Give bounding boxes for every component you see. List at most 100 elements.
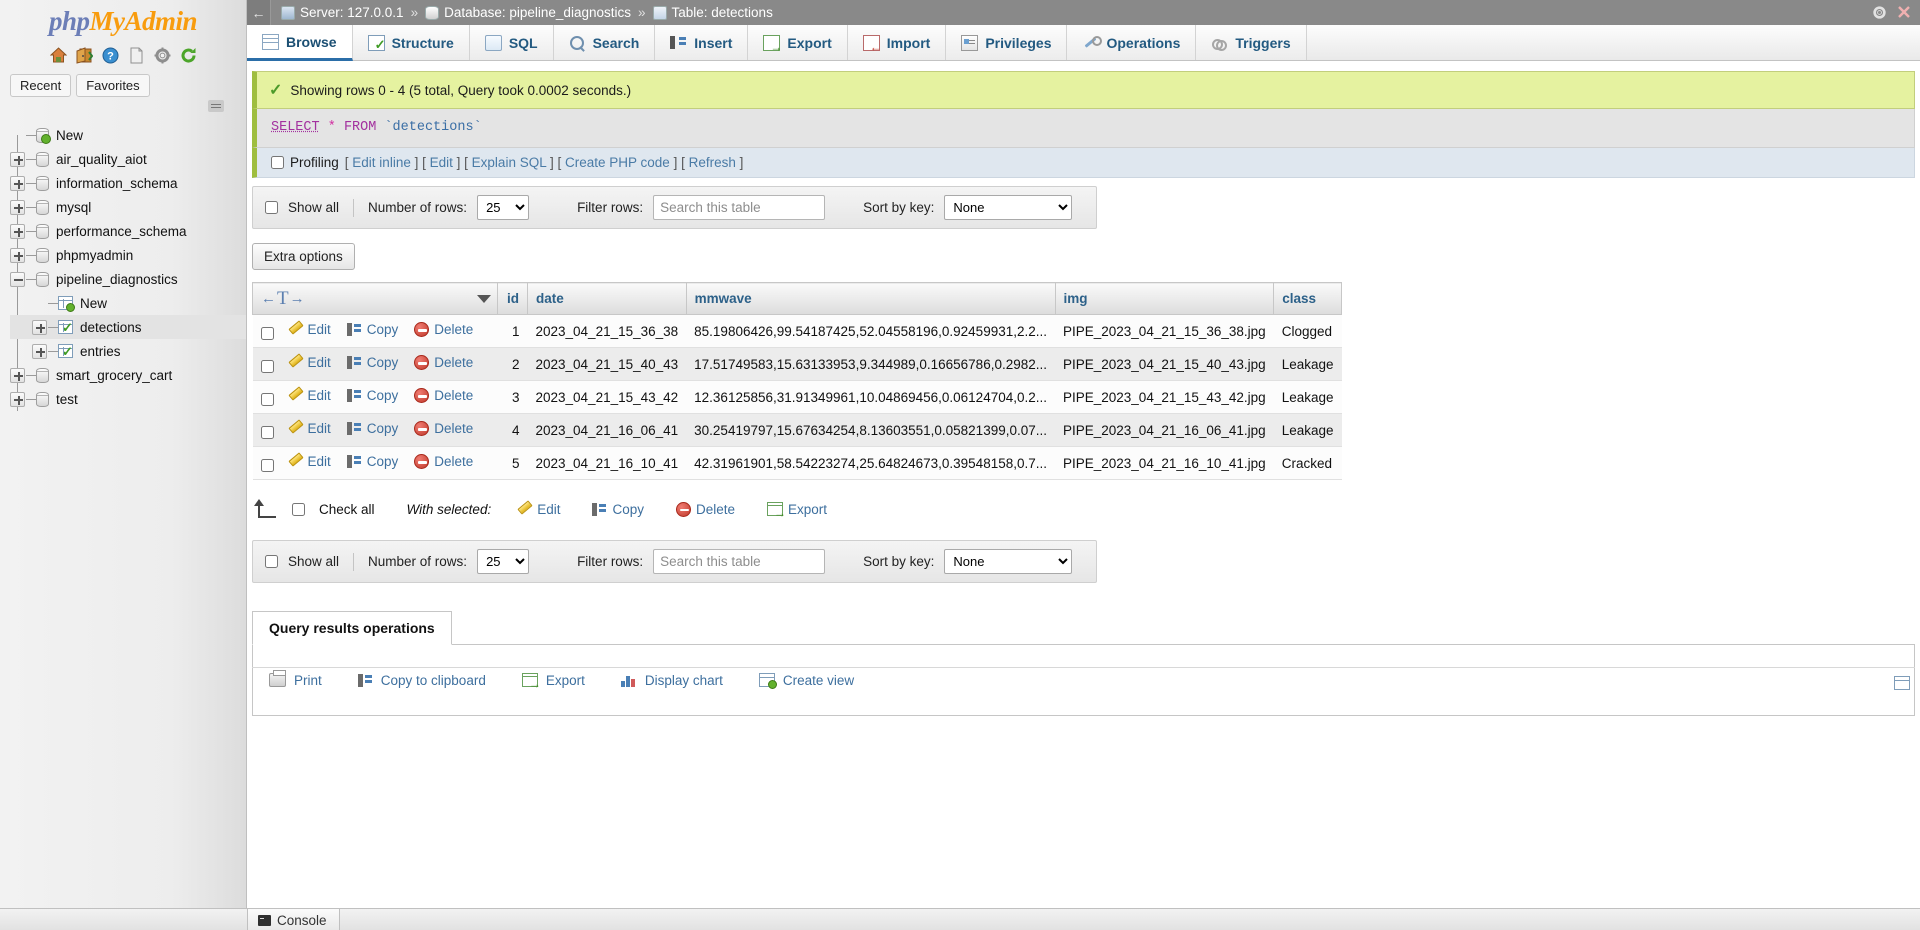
column-header-id[interactable]: id [498, 283, 528, 315]
gear-icon[interactable] [154, 47, 171, 64]
breadcrumb-table[interactable]: Table: detections [672, 5, 773, 20]
export-action[interactable]: Export [522, 673, 585, 688]
tab-import[interactable]: Import [848, 25, 947, 60]
row-action-delete[interactable]: Delete [414, 421, 473, 436]
row-action-link-edit[interactable]: Edit [308, 454, 331, 469]
row-select-checkbox[interactable] [261, 327, 274, 340]
collapse-sidebar-button[interactable]: ← [247, 0, 271, 25]
sort-by-key-select-top[interactable]: NonePRIMARY (ASC)PRIMARY (DESC) [944, 195, 1072, 220]
phpmyadmin-logo[interactable]: phpMyAdmin [0, 0, 246, 40]
row-action-edit[interactable]: Edit [288, 454, 331, 469]
column-header-class[interactable]: class [1274, 283, 1342, 315]
cell-img[interactable]: PIPE_2023_04_21_16_10_41.jpg [1055, 447, 1274, 480]
cell-mmwave[interactable]: 85.19806426,99.54187425,52.04558196,0.92… [686, 315, 1055, 348]
breadcrumb-server[interactable]: Server: 127.0.0.1 [300, 5, 404, 20]
row-select-checkbox[interactable] [261, 426, 274, 439]
row-action-link-edit[interactable]: Edit [308, 322, 331, 337]
home-icon[interactable] [50, 47, 67, 64]
tree-expand-icon[interactable] [32, 320, 47, 335]
table-row[interactable]: Edit Copy Delete 52023_04_21_16_10_4142.319… [253, 447, 1342, 480]
sql-query-display[interactable]: SELECT * FROM `detections` [252, 109, 1915, 148]
row-action-link-delete[interactable]: Delete [434, 322, 473, 337]
row-action-copy[interactable]: Copy [347, 454, 399, 469]
column-header-img[interactable]: img [1055, 283, 1274, 315]
tab-sql[interactable]: SQL [470, 25, 554, 60]
docs-icon[interactable] [128, 47, 145, 64]
settings-gear-icon[interactable] [1872, 5, 1887, 20]
table-row[interactable]: EditCopyDelete22023_04_21_15_40_4317.517… [253, 348, 1342, 381]
tree-item-test[interactable]: test [10, 387, 246, 411]
filter-rows-input-top[interactable] [653, 195, 825, 220]
column-header-mmwave[interactable]: mmwave [686, 283, 1055, 315]
cell-class[interactable]: Leakage [1274, 414, 1342, 447]
display-chart-action[interactable]: Display chart [621, 673, 723, 688]
favorites-tab[interactable]: Favorites [76, 74, 149, 97]
cell-id[interactable]: 5 [498, 447, 528, 480]
row-action-link-delete[interactable]: Delete [434, 421, 473, 436]
row-action-link-edit[interactable]: Edit [308, 388, 331, 403]
copy-to-clipboard-action[interactable]: Copy to clipboard [358, 673, 486, 688]
cell-class[interactable]: Clogged [1274, 315, 1342, 348]
row-action-delete[interactable]: Delete [414, 355, 473, 370]
row-action-link-delete[interactable]: Delete [434, 454, 473, 469]
tab-browse[interactable]: Browse [247, 25, 353, 61]
column-header-date[interactable]: date [528, 283, 687, 315]
row-action-link-edit[interactable]: Edit [308, 355, 331, 370]
row-select-checkbox[interactable] [261, 360, 274, 373]
sidebar-resize-handle[interactable] [208, 100, 224, 112]
extra-options-button[interactable]: Extra options [252, 243, 355, 270]
tab-privileges[interactable]: Privileges [946, 25, 1067, 60]
cell-id[interactable]: 4 [498, 414, 528, 447]
column-order-marker-icon[interactable]: ←T→ [261, 290, 305, 307]
cell-date[interactable]: 2023_04_21_16_06_41 [528, 414, 687, 447]
tree-item-smart-grocery-cart[interactable]: smart_grocery_cart [10, 363, 246, 387]
tree-expand-icon[interactable] [32, 344, 47, 359]
row-action-link-edit[interactable]: Edit [308, 421, 331, 436]
row-action-copy[interactable]: Copy [347, 388, 399, 403]
profiling-link-edit-inline[interactable]: Edit inline [352, 155, 411, 170]
cell-mmwave[interactable]: 12.36125856,31.91349961,10.04869456,0.06… [686, 381, 1055, 414]
profiling-link-create-php-code[interactable]: Create PHP code [565, 155, 670, 170]
row-action-link-delete[interactable]: Delete [434, 355, 473, 370]
row-action-edit[interactable]: Edit [288, 388, 331, 403]
with-selected-export-link[interactable]: Export [788, 502, 827, 517]
table-row[interactable]: EditCopyDelete32023_04_21_15_43_4212.361… [253, 381, 1342, 414]
tree-item-new[interactable]: New [10, 291, 246, 315]
tree-item-mysql[interactable]: mysql [10, 195, 246, 219]
tree-item-new[interactable]: New [10, 123, 246, 147]
row-action-copy[interactable]: Copy [347, 322, 399, 337]
tab-export[interactable]: Export [748, 25, 847, 60]
number-of-rows-select-bottom[interactable]: 2550100250500 [477, 549, 529, 574]
filter-rows-input-bottom[interactable] [653, 549, 825, 574]
row-action-copy[interactable]: Copy [347, 355, 399, 370]
show-all-checkbox-bottom[interactable] [265, 555, 278, 568]
sort-by-key-select-bottom[interactable]: NonePRIMARY (ASC)PRIMARY (DESC) [944, 549, 1072, 574]
cell-date[interactable]: 2023_04_21_15_43_42 [528, 381, 687, 414]
cell-mmwave[interactable]: 42.31961901,58.54223274,25.64824673,0.39… [686, 447, 1055, 480]
row-action-copy[interactable]: Copy [347, 421, 399, 436]
table-row[interactable]: EditCopyDelete12023_04_21_15_36_3885.198… [253, 315, 1342, 348]
export-link[interactable]: Export [546, 673, 585, 688]
with-selected-edit-link[interactable]: Edit [537, 502, 560, 517]
copy-to-clipboard-link[interactable]: Copy to clipboard [381, 673, 486, 688]
profiling-link-edit[interactable]: Edit [430, 155, 453, 170]
sort-dropdown-arrow-icon[interactable] [477, 295, 491, 303]
cell-id[interactable]: 2 [498, 348, 528, 381]
cell-date[interactable]: 2023_04_21_15_36_38 [528, 315, 687, 348]
tree-item-air-quality-aiot[interactable]: air_quality_aiot [10, 147, 246, 171]
tab-search[interactable]: Search [554, 25, 656, 60]
row-action-delete[interactable]: Delete [414, 388, 473, 403]
cell-class[interactable]: Cracked [1274, 447, 1342, 480]
number-of-rows-select-top[interactable]: 2550100250500 [477, 195, 529, 220]
tree-expand-icon[interactable] [10, 248, 25, 263]
cell-img[interactable]: PIPE_2023_04_21_15_36_38.jpg [1055, 315, 1274, 348]
with-selected-delete[interactable]: Delete [676, 502, 735, 517]
tree-expand-icon[interactable] [10, 224, 25, 239]
cell-date[interactable]: 2023_04_21_16_10_41 [528, 447, 687, 480]
help-icon[interactable]: ? [102, 47, 119, 64]
show-all-checkbox-top[interactable] [265, 201, 278, 214]
cell-mmwave[interactable]: 30.25419797,15.67634254,8.13603551,0.058… [686, 414, 1055, 447]
with-selected-delete-link[interactable]: Delete [696, 502, 735, 517]
recent-tab[interactable]: Recent [10, 74, 71, 97]
tab-insert[interactable]: Insert [655, 25, 748, 60]
